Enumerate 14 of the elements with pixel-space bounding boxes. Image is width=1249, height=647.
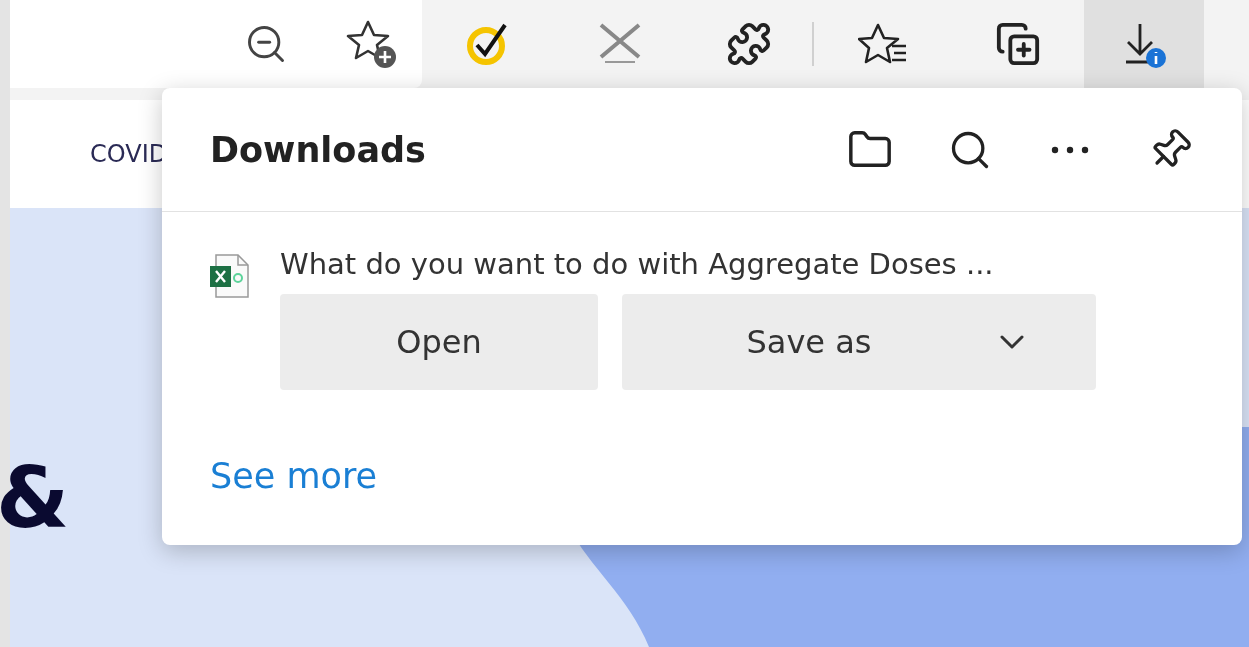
downloads-button[interactable] <box>1084 0 1204 88</box>
star-plus-icon <box>346 18 398 70</box>
hero-heading: & <box>0 448 70 547</box>
puzzle-icon <box>726 21 772 67</box>
x-logo-icon <box>597 23 643 65</box>
see-more-link[interactable]: See more <box>210 456 378 496</box>
open-button[interactable]: Open <box>280 294 598 390</box>
panel-title: Downloads <box>210 129 426 170</box>
spreadsheet-file-icon <box>210 254 250 298</box>
save-as-button[interactable]: Save as <box>622 294 1096 390</box>
download-prompt: What do you want to do with Aggregate Doses ... <box>280 246 995 283</box>
star-list-icon <box>858 22 908 66</box>
collections-icon <box>995 21 1041 67</box>
more-icon <box>1051 145 1089 154</box>
